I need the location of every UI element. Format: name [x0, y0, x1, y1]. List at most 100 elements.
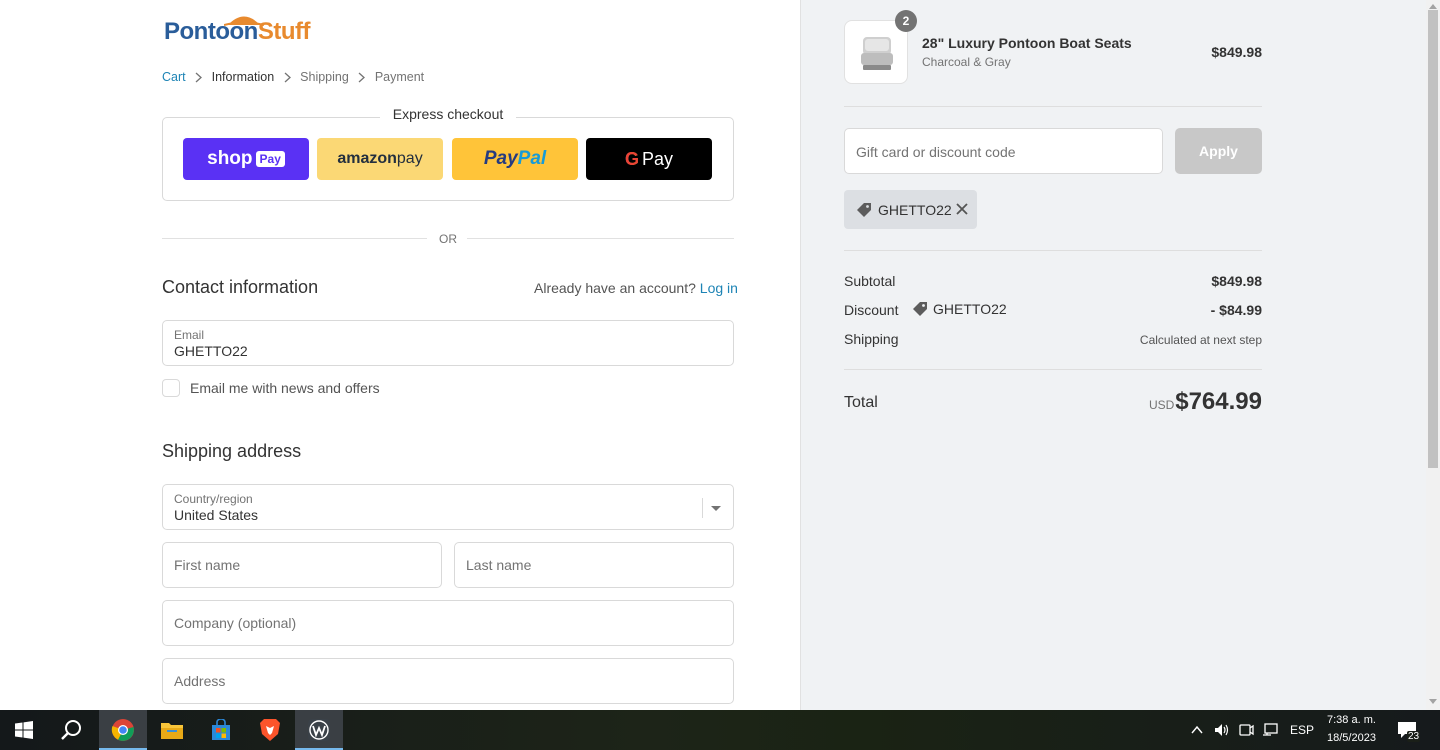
breadcrumb-payment: Payment — [374, 70, 425, 84]
breadcrumb: Cart Information Shipping Payment — [162, 68, 424, 86]
file-explorer-icon — [161, 723, 183, 739]
email-field-value: GHETTO22 — [174, 343, 248, 359]
scroll-down-icon[interactable] — [1429, 699, 1437, 704]
start-button[interactable] — [0, 710, 48, 750]
chevron-right-icon — [274, 72, 300, 83]
chrome-icon — [111, 719, 134, 741]
page-scrollbar[interactable] — [1426, 0, 1440, 710]
paypal-label-2: Pal — [517, 148, 547, 169]
wordpress-taskbar-button[interactable] — [295, 710, 343, 750]
shop-pay-button[interactable]: shop Pay — [183, 138, 309, 180]
paypal-label-1: Pay — [483, 148, 518, 169]
pontoon-stuff-logo[interactable]: PontoonStuff — [164, 12, 324, 46]
discount-value: - $84.99 — [1210, 302, 1262, 318]
apply-button[interactable]: Apply — [1175, 128, 1262, 174]
divider — [844, 369, 1262, 370]
account-prompt-text: Already have an account? — [534, 280, 696, 296]
quantity-badge: 2 — [895, 10, 917, 32]
shipping-value: Calculated at next step — [1139, 333, 1262, 347]
breadcrumb-cart[interactable]: Cart — [162, 70, 186, 84]
scroll-thumb[interactable] — [1428, 10, 1438, 468]
divider-line — [162, 238, 427, 239]
divider — [844, 106, 1262, 107]
tag-icon — [913, 302, 927, 316]
clock-date[interactable]: 18/5/2023 — [1327, 732, 1376, 744]
discount-applied-code: GHETTO22 — [933, 301, 1007, 317]
or-divider: OR — [162, 231, 734, 247]
company-placeholder: Company (optional) — [174, 615, 297, 631]
applied-discount-tag: GHETTO22 — [844, 190, 977, 229]
first-name-field[interactable]: First name — [162, 542, 442, 588]
chrome-taskbar-button[interactable] — [99, 710, 147, 750]
shipping-label: Shipping — [844, 331, 899, 347]
start-icon — [15, 721, 33, 739]
scroll-up-icon[interactable] — [1429, 4, 1437, 9]
subtotal-label: Subtotal — [844, 273, 896, 289]
remove-discount-icon[interactable] — [954, 201, 970, 217]
meet-now-icon[interactable] — [1238, 722, 1254, 738]
discount-label: Discount — [844, 302, 899, 318]
divider — [844, 250, 1262, 251]
contact-heading: Contact information — [162, 277, 319, 297]
amazon-pay-label-1: amazon — [337, 150, 397, 167]
breadcrumb-shipping: Shipping — [300, 70, 349, 84]
discount-code-input[interactable]: Gift card or discount code — [844, 128, 1163, 174]
divider-line — [467, 238, 734, 239]
subtotal-value: $849.98 — [1211, 273, 1262, 289]
email-field-label: Email — [174, 328, 205, 342]
browser-page: PontoonStuff Cart Information Shipping P… — [0, 0, 1440, 710]
product-price: $849.98 — [1211, 44, 1262, 60]
last-name-field[interactable]: Last name — [454, 542, 734, 588]
total-label: Total — [844, 394, 878, 411]
windows-taskbar: ESP 7:38 a. m. 18/5/2023 23 — [0, 710, 1440, 750]
clock-time[interactable]: 7:38 a. m. — [1327, 714, 1376, 726]
network-icon[interactable] — [1262, 722, 1278, 738]
store-button[interactable] — [197, 710, 245, 750]
tag-icon — [857, 202, 871, 217]
newsletter-checkbox[interactable] — [162, 379, 180, 397]
logo-text-primary: Pontoon — [164, 18, 258, 45]
notification-count: 23 — [1407, 731, 1421, 742]
first-name-placeholder: First name — [174, 557, 241, 573]
country-select-value: United States — [174, 507, 259, 523]
discount-applied: GHETTO22 — [912, 301, 1007, 317]
country-select-label: Country/region — [174, 492, 253, 506]
express-checkout-title: Express checkout — [380, 106, 516, 122]
country-select[interactable]: Country/region United States — [162, 484, 734, 530]
google-g-icon: G — [624, 148, 639, 169]
account-prompt: Already have an account? Log in — [534, 280, 738, 296]
shop-pay-label: shop — [207, 148, 253, 169]
company-field[interactable]: Company (optional) — [162, 600, 734, 646]
brave-button[interactable] — [246, 710, 294, 750]
applied-discount-code: GHETTO22 — [878, 201, 952, 218]
chevron-right-icon — [186, 72, 212, 83]
logo-text-secondary: Stuff — [257, 18, 311, 45]
dropdown-arrow-icon — [711, 506, 721, 511]
product-variant: Charcoal & Gray — [922, 55, 1011, 69]
paypal-button[interactable]: Pay Pal — [452, 138, 578, 180]
volume-icon[interactable] — [1213, 722, 1229, 738]
email-field[interactable]: Email GHETTO22 — [162, 320, 734, 366]
product-name: 28" Luxury Pontoon Boat Seats — [922, 35, 1132, 51]
search-icon — [61, 720, 81, 740]
newsletter-label[interactable]: Email me with news and offers — [190, 380, 380, 396]
last-name-placeholder: Last name — [466, 557, 532, 573]
total-value: $764.99 — [1175, 388, 1262, 415]
breadcrumb-information: Information — [211, 70, 275, 84]
brave-icon — [260, 719, 280, 741]
shop-pay-tag: Pay — [255, 151, 285, 167]
shipping-heading: Shipping address — [162, 441, 302, 461]
file-explorer-button[interactable] — [148, 710, 196, 750]
google-pay-button[interactable]: G Pay — [586, 138, 712, 180]
google-pay-label: Pay — [641, 148, 674, 169]
select-divider — [702, 498, 703, 518]
input-language[interactable]: ESP — [1290, 723, 1314, 737]
login-link[interactable]: Log in — [700, 280, 738, 296]
discount-code-placeholder: Gift card or discount code — [856, 144, 1016, 160]
search-button[interactable] — [48, 710, 96, 750]
chevron-up-icon[interactable] — [1189, 722, 1205, 738]
total-currency: USD — [1149, 398, 1175, 412]
address-field[interactable]: Address — [162, 658, 734, 704]
amazon-pay-button[interactable]: amazon pay — [317, 138, 443, 180]
address-placeholder: Address — [174, 673, 226, 689]
